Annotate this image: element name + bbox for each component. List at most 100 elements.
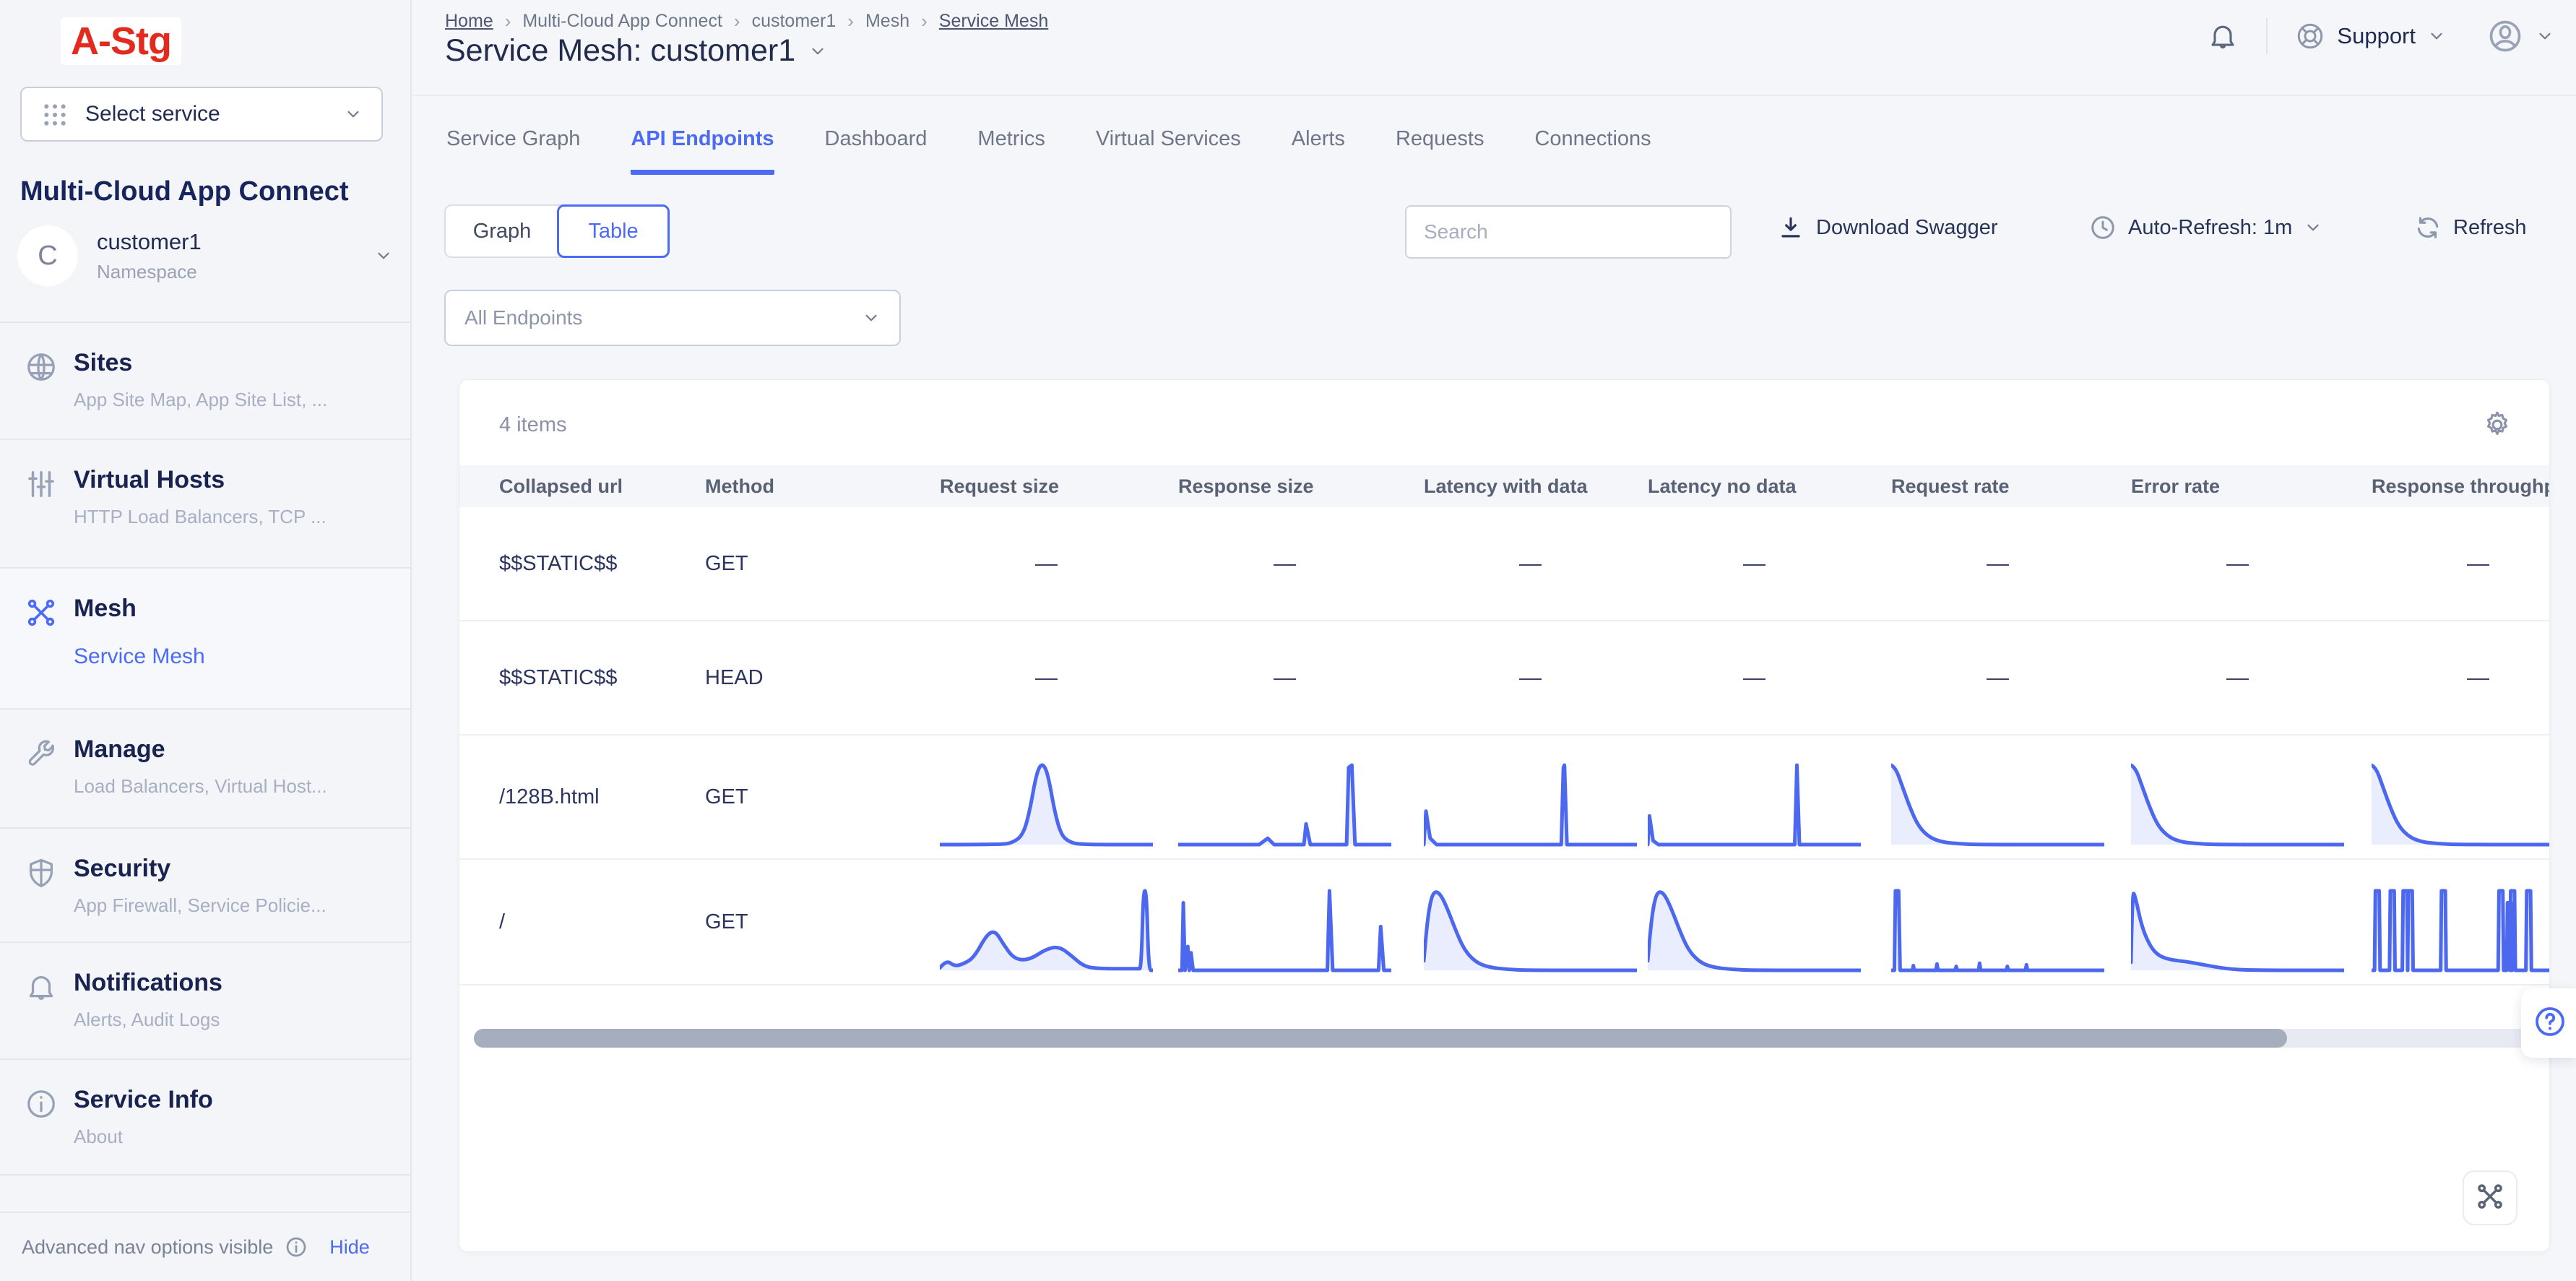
tab-connections[interactable]: Connections	[1534, 127, 1651, 175]
cell-request-size: —	[940, 507, 1178, 620]
breadcrumb-item-multi-cloud-app-connect[interactable]: Multi-Cloud App Connect	[522, 11, 722, 32]
search-input[interactable]	[1405, 205, 1732, 259]
sidebar-item-label: Virtual Hosts	[74, 466, 327, 494]
sidebar-item-sites[interactable]: SitesApp Site Map, App Site List, ...	[0, 322, 410, 439]
graph-view-button[interactable]: Graph	[446, 206, 558, 256]
horizontal-scrollbar[interactable]	[474, 1029, 2535, 1048]
cell-collapsed-url: $$STATIC$$	[499, 666, 705, 690]
sidebar-footer: Advanced nav options visible Hide	[0, 1212, 410, 1281]
sidebar-nav: SitesApp Site Map, App Site List, ...Vir…	[0, 322, 410, 1212]
breadcrumb-item-service-mesh[interactable]: Service Mesh	[939, 11, 1048, 32]
info-icon	[25, 1087, 58, 1121]
cell-collapsed-url: /	[499, 910, 705, 934]
support-label: Support	[2337, 23, 2416, 49]
chevron-down-icon	[2304, 218, 2322, 237]
chevron-down-icon	[2536, 27, 2554, 46]
column-header-latency-no-data[interactable]: Latency no data	[1648, 475, 1891, 498]
table-view-button[interactable]: Table	[557, 204, 670, 258]
tab-dashboard[interactable]: Dashboard	[825, 127, 928, 175]
namespace-name: customer1	[97, 229, 355, 255]
cell-response-size: —	[1178, 621, 1424, 734]
cell-response-size	[1178, 860, 1424, 984]
breadcrumb-item-customer1[interactable]: customer1	[752, 11, 837, 32]
cell-error-rate	[2131, 860, 2372, 984]
sparkline-chart	[2372, 759, 2550, 848]
sparkline-chart	[1648, 884, 1861, 974]
cell-response-throughput: —	[2372, 507, 2550, 620]
table-row[interactable]: /128B.htmlGET	[459, 736, 2550, 860]
sidebar-item-label: Sites	[74, 349, 327, 377]
tab-service-graph[interactable]: Service Graph	[446, 127, 580, 175]
auto-refresh-dropdown[interactable]: Auto-Refresh: 1m	[2089, 214, 2322, 241]
support-menu[interactable]: Support	[2295, 21, 2446, 51]
no-data-dash: —	[1178, 665, 1391, 691]
sparkline-chart	[940, 884, 1153, 974]
info-icon	[285, 1235, 308, 1259]
select-service-label: Select service	[85, 102, 328, 126]
advanced-nav-label: Advanced nav options visible	[22, 1236, 273, 1259]
tab-alerts[interactable]: Alerts	[1292, 127, 1345, 175]
sidebar-item-label: Security	[74, 855, 327, 883]
sidebar-item-service-info[interactable]: Service InfoAbout	[0, 1058, 410, 1174]
chevron-down-icon	[344, 105, 363, 124]
sidebar-item-subtitle: HTTP Load Balancers, TCP ...	[74, 506, 327, 528]
sidebar-item-subtitle: App Firewall, Service Policie...	[74, 894, 327, 917]
column-header-request-rate[interactable]: Request rate	[1891, 475, 2131, 498]
namespace-avatar: C	[17, 225, 78, 286]
sidebar-item-label: Mesh	[74, 595, 205, 623]
endpoint-filter-dropdown[interactable]: All Endpoints	[444, 290, 901, 346]
sidebar-item-spacer	[0, 1174, 410, 1212]
shield-icon	[25, 856, 58, 889]
sidebar-item-virtual-hosts[interactable]: Virtual Hosts HTTP Load Balancers, TCP ..…	[0, 439, 410, 567]
namespace-selector[interactable]: C customer1 Namespace	[17, 225, 393, 286]
column-header-latency-with-data[interactable]: Latency with data	[1424, 475, 1648, 498]
header-rule	[412, 95, 2576, 96]
cell-response-throughput: —	[2372, 621, 2550, 734]
tab-requests[interactable]: Requests	[1396, 127, 1484, 175]
column-header-error-rate[interactable]: Error rate	[2131, 475, 2372, 498]
sidebar: A-Stg Select service Multi-Cloud App Con…	[0, 0, 412, 1281]
no-data-dash: —	[1648, 551, 1861, 577]
bell-icon[interactable]	[2207, 20, 2239, 52]
sidebar-item-notifications[interactable]: NotificationsAlerts, Audit Logs	[0, 941, 410, 1058]
tab-metrics[interactable]: Metrics	[977, 127, 1045, 175]
sidebar-item-mesh[interactable]: Mesh Service Mesh	[0, 567, 410, 708]
chevron-down-icon[interactable]	[808, 42, 827, 61]
column-header-response-throughput[interactable]: Response throughput	[2372, 475, 2550, 498]
cell-latency-no-data	[1648, 860, 1891, 984]
account-menu[interactable]	[2486, 17, 2554, 55]
column-header-response-size[interactable]: Response size	[1178, 475, 1424, 498]
items-count: 4 items	[499, 413, 566, 437]
chevron-down-icon	[2427, 27, 2446, 46]
column-header-method[interactable]: Method	[705, 475, 940, 498]
sidebar-item-manage[interactable]: ManageLoad Balancers, Virtual Host...	[0, 708, 410, 827]
breadcrumb: Home›Multi-Cloud App Connect›customer1›M…	[445, 10, 1048, 33]
brand-logo[interactable]: A-Stg	[61, 17, 181, 65]
cell-latency-no-data	[1648, 736, 1891, 858]
no-data-dash: —	[1891, 665, 2104, 691]
table-row[interactable]: $$STATIC$$GET———————	[459, 507, 2550, 621]
column-header-request-size[interactable]: Request size	[940, 475, 1178, 498]
help-button[interactable]	[2521, 988, 2576, 1058]
tab-api-endpoints[interactable]: API Endpoints	[631, 127, 774, 175]
gear-icon[interactable]	[2481, 409, 2513, 441]
refresh-button[interactable]: Refresh	[2414, 214, 2527, 241]
sidebar-item-security[interactable]: Security App Firewall, Service Policie...	[0, 827, 410, 941]
table-row[interactable]: /GET	[459, 860, 2550, 985]
breadcrumb-item-home[interactable]: Home	[445, 11, 493, 32]
scrollbar-thumb[interactable]	[474, 1029, 2287, 1048]
select-service-dropdown[interactable]: Select service	[20, 87, 383, 142]
cell-request-rate	[1891, 860, 2131, 984]
sparkline-chart	[1178, 884, 1391, 974]
breadcrumb-separator: ›	[921, 10, 928, 33]
tab-virtual-services[interactable]: Virtual Services	[1096, 127, 1241, 175]
hide-nav-button[interactable]: Hide	[329, 1236, 370, 1259]
page-title: Service Mesh: customer1	[445, 33, 795, 69]
breadcrumb-item-mesh[interactable]: Mesh	[865, 11, 909, 32]
column-header-collapsed-url[interactable]: Collapsed url	[499, 475, 705, 498]
sidebar-sublink-service-mesh[interactable]: Service Mesh	[74, 644, 205, 669]
download-swagger-button[interactable]: Download Swagger	[1777, 214, 1997, 241]
cell-collapsed-url: $$STATIC$$	[499, 552, 705, 576]
table-row[interactable]: $$STATIC$$HEAD———————	[459, 621, 2550, 736]
mesh-shortcut-button[interactable]	[2463, 1170, 2517, 1225]
